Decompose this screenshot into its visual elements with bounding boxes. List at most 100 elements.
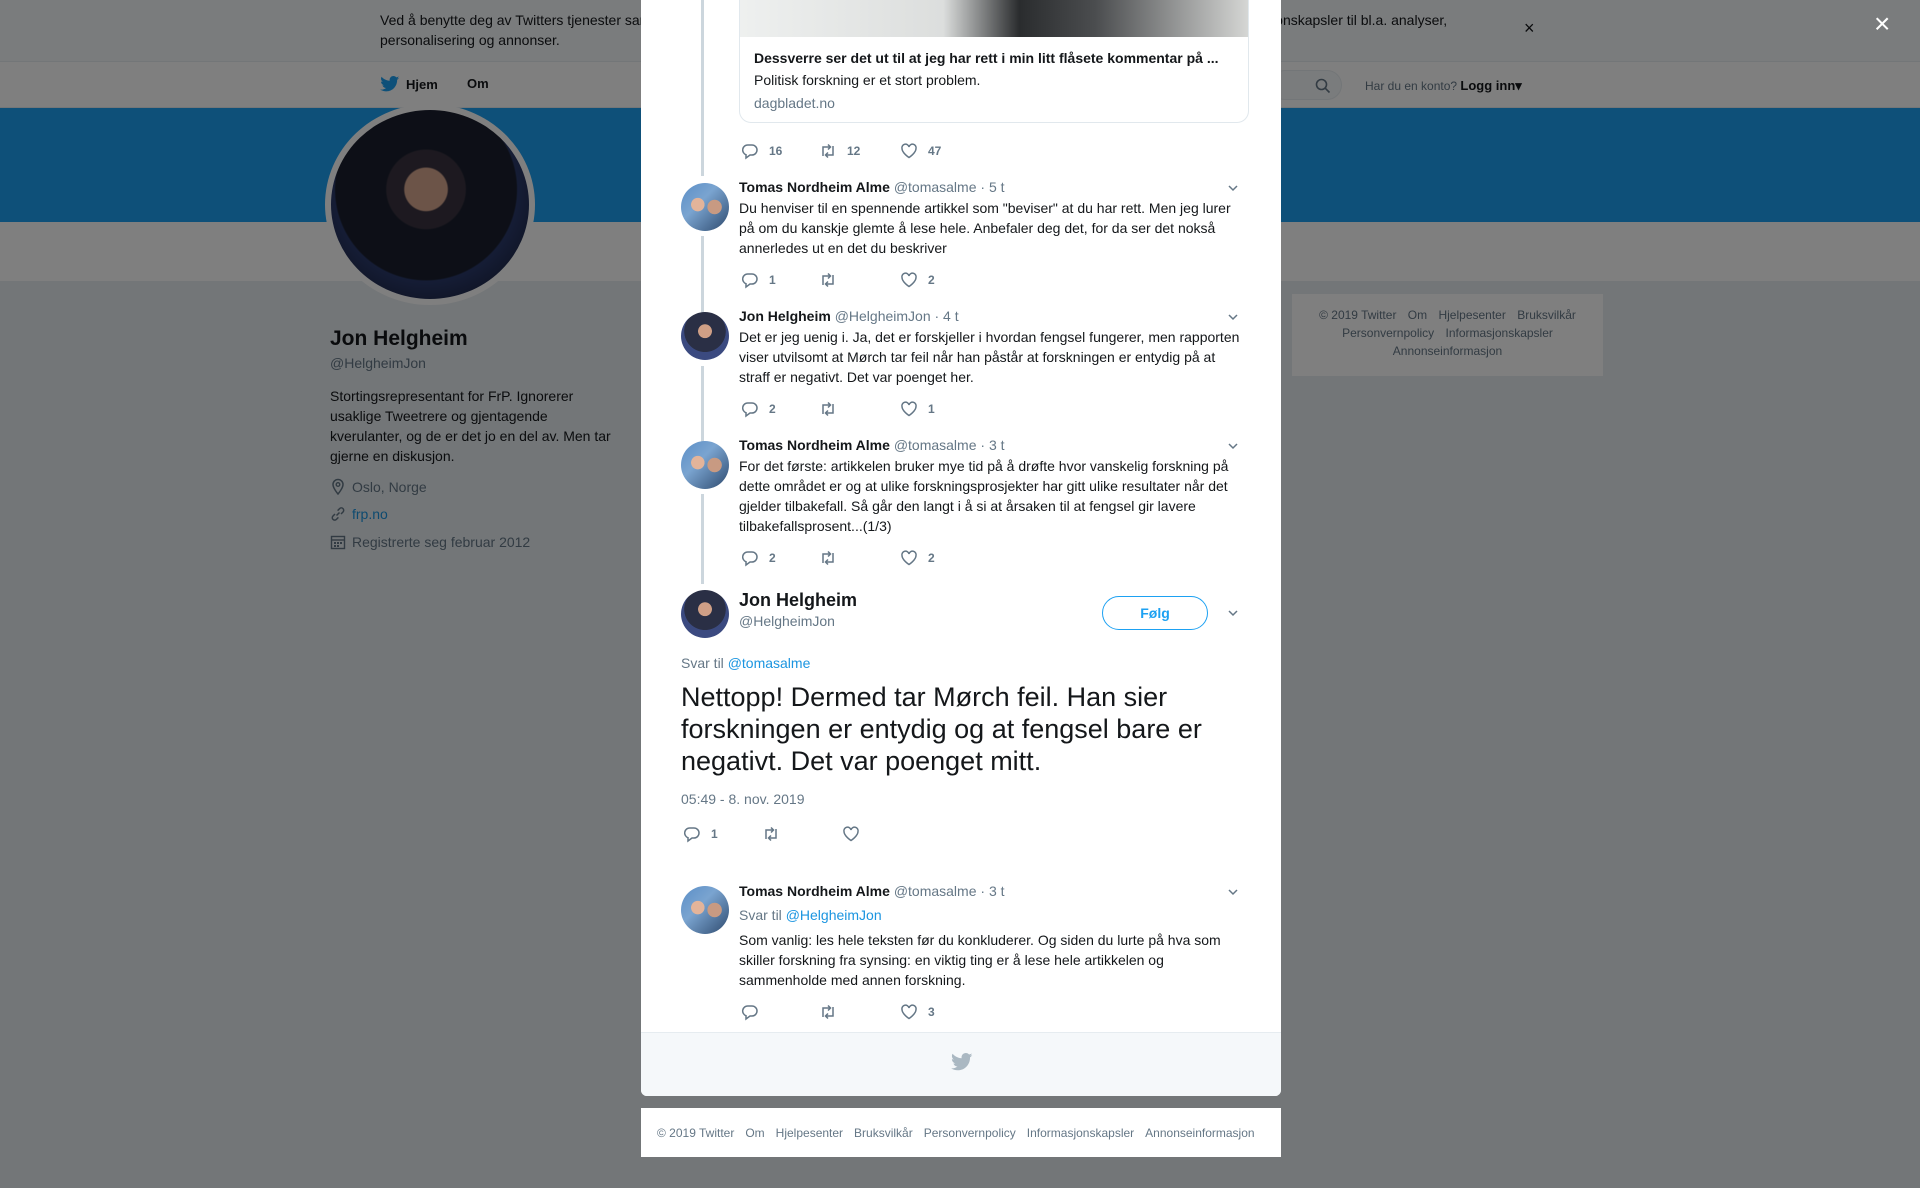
chevron-down-icon[interactable] xyxy=(1227,311,1239,323)
tweet-time[interactable]: · 5 t xyxy=(980,179,1004,195)
reply-context: Svar til @tomasalme xyxy=(681,655,810,671)
footer-link-privacy[interactable]: Personvernpolicy xyxy=(924,1126,1016,1140)
reply-count: 2 xyxy=(769,551,776,565)
like-button[interactable]: 47 xyxy=(900,142,941,160)
retweet-count: 12 xyxy=(847,144,861,158)
like-button[interactable]: 2 xyxy=(900,271,935,289)
footer-link-cookies[interactable]: Informasjonskapsler xyxy=(1027,1126,1134,1140)
heart-icon xyxy=(901,401,917,417)
avatar[interactable] xyxy=(681,183,729,231)
twitter-bird-icon xyxy=(951,1053,973,1071)
like-count: 47 xyxy=(928,144,942,158)
reply-prefix: Svar til xyxy=(739,907,782,923)
tweet-modal: Dessverre ser det ut til at jeg har rett… xyxy=(641,0,1281,1096)
link-preview-description: Politisk forskning er et stort problem. xyxy=(754,72,981,88)
retweet-button[interactable] xyxy=(819,549,847,567)
like-count: 2 xyxy=(928,551,935,565)
reply-icon xyxy=(683,827,700,843)
author-handle[interactable]: @HelgheimJon xyxy=(835,308,931,324)
reply-icon xyxy=(741,551,758,567)
reply-button[interactable] xyxy=(741,1003,769,1021)
retweet-button[interactable]: 12 xyxy=(819,142,860,160)
author-handle[interactable]: @HelgheimJon xyxy=(739,613,835,629)
reply-count: 1 xyxy=(711,827,718,841)
link-preview-card[interactable]: Dessverre ser det ut til at jeg har rett… xyxy=(739,0,1249,123)
author-name[interactable]: Jon Helgheim xyxy=(739,590,857,611)
link-preview-title: Dessverre ser det ut til at jeg har rett… xyxy=(754,50,1219,66)
author-handle[interactable]: @tomasalme xyxy=(894,883,977,899)
thread-line xyxy=(701,236,704,314)
reply-button[interactable]: 1 xyxy=(741,271,776,289)
reply-button[interactable]: 2 xyxy=(741,549,776,567)
reply-button[interactable]: 16 xyxy=(741,142,782,160)
tweet-time[interactable]: · 3 t xyxy=(980,437,1004,453)
footer-link-ads[interactable]: Annonseinformasjon xyxy=(1145,1126,1254,1140)
heart-icon xyxy=(843,826,859,842)
retweet-button[interactable] xyxy=(819,1003,847,1021)
heart-icon xyxy=(901,272,917,288)
link-preview-image xyxy=(740,0,1248,37)
reply-context: Svar til @HelgheimJon xyxy=(739,907,882,923)
thread-line xyxy=(701,494,704,584)
retweet-button[interactable] xyxy=(762,825,790,843)
like-count: 1 xyxy=(928,402,935,416)
author-handle[interactable]: @tomasalme xyxy=(894,437,977,453)
like-count: 2 xyxy=(928,273,935,287)
footer-link-terms[interactable]: Bruksvilkår xyxy=(854,1126,913,1140)
footer-link-about[interactable]: Om xyxy=(745,1126,764,1140)
retweet-button[interactable] xyxy=(819,400,847,418)
reply-icon xyxy=(741,273,758,289)
reply-icon xyxy=(741,1005,758,1021)
retweet-icon xyxy=(822,1004,834,1020)
reply-prefix: Svar til xyxy=(681,655,724,671)
tweet-time[interactable]: · 3 t xyxy=(980,883,1004,899)
modal-close-button[interactable]: × xyxy=(1874,10,1890,38)
tweet-header: Jon Helgheim @HelgheimJon · 4 t xyxy=(739,308,959,324)
reply-count: 1 xyxy=(769,273,776,287)
avatar[interactable] xyxy=(681,441,729,489)
like-button[interactable]: 3 xyxy=(900,1003,935,1021)
author-name[interactable]: Tomas Nordheim Alme xyxy=(739,179,890,195)
reply-button[interactable]: 1 xyxy=(683,825,718,843)
like-button[interactable]: 1 xyxy=(900,400,935,418)
like-button[interactable] xyxy=(842,825,870,843)
thread-line xyxy=(701,366,704,442)
like-button[interactable]: 2 xyxy=(900,549,935,567)
author-name[interactable]: Jon Helgheim xyxy=(739,308,831,324)
thread-line xyxy=(701,0,704,176)
tweet-header: Tomas Nordheim Alme @tomasalme · 3 t xyxy=(739,883,1005,899)
follow-button[interactable]: Følg xyxy=(1102,596,1208,630)
reply-button[interactable]: 2 xyxy=(741,400,776,418)
chevron-down-icon[interactable] xyxy=(1227,607,1239,619)
footer-link-help[interactable]: Hjelpesenter xyxy=(776,1126,843,1140)
retweet-icon xyxy=(822,401,834,417)
reply-count: 2 xyxy=(769,402,776,416)
page-footer: © 2019 Twitter Om Hjelpesenter Bruksvilk… xyxy=(641,1108,1281,1157)
chevron-down-icon[interactable] xyxy=(1227,440,1239,452)
heart-icon xyxy=(901,1004,917,1020)
tweet-text: Du henviser til en spennende artikkel so… xyxy=(739,200,1231,256)
chevron-down-icon[interactable] xyxy=(1227,182,1239,194)
author-name[interactable]: Tomas Nordheim Alme xyxy=(739,883,890,899)
retweet-button[interactable] xyxy=(819,271,847,289)
author-handle[interactable]: @tomasalme xyxy=(894,179,977,195)
avatar[interactable] xyxy=(681,886,729,934)
tweet-text: Som vanlig: les hele teksten før du konk… xyxy=(739,932,1221,988)
retweet-icon xyxy=(822,550,834,566)
tweet-time[interactable]: · 4 t xyxy=(935,308,959,324)
reply-mention-link[interactable]: @tomasalme xyxy=(728,655,811,671)
retweet-icon xyxy=(822,272,834,288)
avatar[interactable] xyxy=(681,312,729,360)
reply-count: 16 xyxy=(769,144,783,158)
avatar[interactable] xyxy=(681,590,729,638)
reply-mention-link[interactable]: @HelgheimJon xyxy=(786,907,882,923)
reply-icon xyxy=(741,144,758,160)
retweet-icon xyxy=(765,826,777,842)
tweet-text: Det er jeg uenig i. Ja, det er forskjell… xyxy=(739,329,1240,385)
author-name[interactable]: Tomas Nordheim Alme xyxy=(739,437,890,453)
chevron-down-icon[interactable] xyxy=(1227,886,1239,898)
tweet-timestamp[interactable]: 05:49 - 8. nov. 2019 xyxy=(681,791,805,807)
tweet-text: For det første: artikkelen bruker mye ti… xyxy=(739,458,1229,534)
focused-tweet-text: Nettopp! Dermed tar Mørch feil. Han sier… xyxy=(681,682,1202,776)
tweet-header: Tomas Nordheim Alme @tomasalme · 3 t xyxy=(739,437,1005,453)
